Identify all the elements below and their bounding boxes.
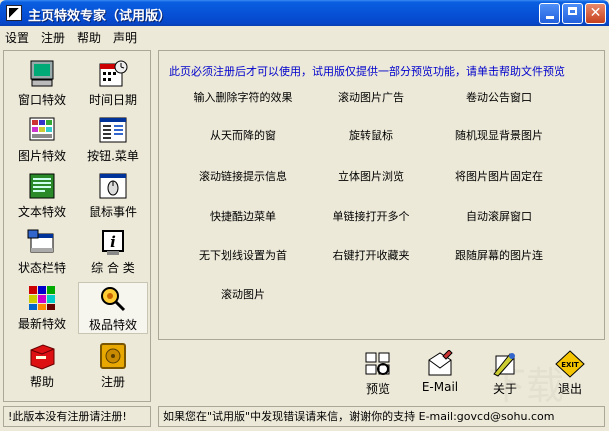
tool-label: 按钮.菜单 [87, 149, 139, 163]
title-bar[interactable]: 主页特效专家（试用版） ✕ [0, 0, 609, 26]
maximize-icon [568, 7, 577, 15]
registration-notice: 此页必须注册后才可以使用，试用版仅提供一部分预览功能，请单击帮助文件预览 [169, 65, 565, 78]
tool-image-effects[interactable]: 图片特效 [7, 114, 77, 166]
calendar-clock-icon [99, 60, 128, 87]
text-document-icon [29, 173, 55, 199]
effect-item[interactable]: 滚动链接提示信息 [199, 168, 287, 184]
effects-panel: 此页必须注册后才可以使用，试用版仅提供一部分预览功能，请单击帮助文件预览 输入删… [158, 50, 605, 340]
tool-status-bar[interactable]: 状态栏特 [7, 226, 77, 278]
effect-item[interactable]: 输入删除字符的效果 [194, 89, 293, 105]
color-blocks-icon [29, 286, 55, 310]
tool-latest-effects[interactable]: 最新特效 [7, 282, 77, 334]
preview-button[interactable]: 预览 [356, 350, 400, 396]
close-icon: ✕ [589, 5, 602, 21]
maximize-button[interactable] [562, 3, 583, 24]
button-label: 关于 [492, 382, 517, 396]
menu-statement[interactable]: 声明 [113, 29, 137, 46]
email-icon [428, 350, 453, 376]
info-icon: i [102, 230, 124, 255]
exit-icon: EXIT [555, 350, 585, 378]
button-label: E-Mail [421, 380, 459, 394]
tool-premium-effects[interactable]: 极品特效 [78, 282, 148, 334]
effect-item[interactable]: 随机现显背景图片 [455, 127, 543, 143]
menu-bar: 设置 注册 帮助 声明 [0, 26, 609, 46]
effect-item[interactable]: 滚动图片广告 [338, 89, 404, 105]
email-button[interactable]: E-Mail [418, 350, 462, 396]
tool-label: 极品特效 [88, 318, 137, 332]
minimize-button[interactable] [539, 3, 560, 24]
category-panel: 窗口特效 时间日期 图片特效 按钮.菜单 文本特效 鼠标事件 状态栏特 i 综 … [3, 50, 151, 402]
effect-item[interactable]: 从天而降的窗 [210, 127, 276, 143]
tool-time-date[interactable]: 时间日期 [78, 58, 148, 110]
mouse-window-icon [99, 173, 127, 199]
menu-settings[interactable]: 设置 [5, 29, 29, 46]
svg-text:i: i [110, 233, 116, 251]
about-button[interactable]: 关于 [483, 350, 527, 396]
preview-icon [365, 352, 390, 375]
tool-window-effects[interactable]: 窗口特效 [7, 58, 77, 110]
effect-item[interactable]: 右键打开收藏夹 [333, 247, 410, 263]
tool-label: 图片特效 [17, 149, 66, 163]
tool-label: 综 合 类 [91, 261, 135, 275]
window-title: 主页特效专家（试用版） [28, 9, 172, 24]
tool-label: 鼠标事件 [88, 205, 137, 219]
effect-item[interactable]: 旋转鼠标 [349, 127, 393, 143]
menu-register[interactable]: 注册 [41, 29, 65, 46]
menu-help[interactable]: 帮助 [77, 29, 101, 46]
about-icon [493, 353, 515, 377]
tool-mouse-events[interactable]: 鼠标事件 [78, 170, 148, 222]
effect-item[interactable]: 快捷酷边菜单 [210, 208, 276, 224]
effect-item[interactable]: 将图片图片固定在 [455, 168, 543, 184]
tool-label: 文本特效 [17, 205, 66, 219]
button-label: 退出 [557, 382, 582, 396]
magnifier-gear-icon [101, 287, 126, 312]
tool-general[interactable]: i 综 合 类 [78, 226, 148, 278]
status-registration: !此版本没有注册请注册! [3, 406, 151, 427]
effect-item[interactable]: 单链接打开多个 [333, 208, 410, 224]
tool-label: 帮助 [29, 375, 54, 389]
exit-sign-text: EXIT [561, 361, 579, 369]
image-grid-icon [29, 117, 55, 141]
close-button[interactable]: ✕ [585, 3, 606, 24]
tool-label: 注册 [100, 375, 125, 389]
tool-label: 状态栏特 [17, 261, 66, 275]
effect-item[interactable]: 无下划线设置为首 [199, 247, 287, 263]
button-label: 预览 [365, 382, 390, 396]
tool-label: 窗口特效 [17, 93, 66, 107]
effect-item[interactable]: 自动滚屏窗口 [466, 208, 532, 224]
tool-register[interactable]: 注册 [78, 340, 148, 392]
exit-button[interactable]: EXIT 退出 [548, 350, 592, 396]
safe-icon [100, 343, 126, 369]
effect-item[interactable]: 滚动图片 [221, 286, 265, 302]
menu-list-icon [99, 117, 127, 143]
status-message: 如果您在"试用版"中发现错误请来信，谢谢你的支持 E-mail:govcd@so… [158, 406, 605, 427]
tool-text-effects[interactable]: 文本特效 [7, 170, 77, 222]
tool-label: 最新特效 [17, 317, 66, 331]
effect-item[interactable]: 卷动公告窗口 [466, 89, 532, 105]
tool-help[interactable]: 帮助 [7, 340, 77, 392]
effect-item[interactable]: 立体图片浏览 [338, 168, 404, 184]
status-bar-icon [27, 229, 54, 253]
effect-item[interactable]: 跟随屏幕的图片连 [455, 247, 543, 263]
tool-button-menu[interactable]: 按钮.菜单 [78, 114, 148, 166]
help-book-icon [30, 344, 55, 370]
app-icon[interactable] [6, 5, 22, 21]
tool-label: 时间日期 [88, 93, 137, 107]
monitor-icon [30, 60, 54, 87]
minimize-icon [545, 16, 554, 19]
